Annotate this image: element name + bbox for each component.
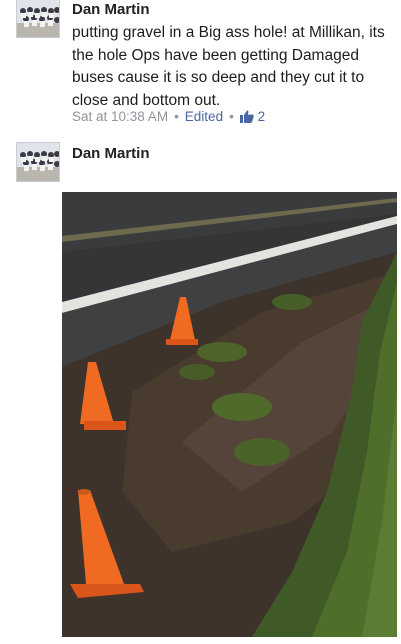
edited-link[interactable]: Edited (185, 109, 223, 124)
post-text: putting gravel in a Big ass hole! at Mil… (72, 24, 385, 109)
author-name[interactable]: Dan Martin (72, 145, 150, 162)
likes-count-label: 2 (257, 109, 266, 124)
author-name[interactable]: Dan Martin (72, 1, 150, 18)
likes-count[interactable]: 2 (239, 109, 266, 126)
avatar[interactable] (16, 0, 60, 38)
road-ditch-cones-image (62, 192, 397, 637)
thumbs-up-icon (239, 110, 254, 126)
timestamp[interactable]: Sat at 10:38 AM (72, 109, 168, 124)
separator-dot: • (229, 109, 234, 124)
post-meta: Sat at 10:38 AM • Edited • 2 (72, 109, 265, 126)
avatar[interactable] (16, 142, 60, 182)
post-photo[interactable] (62, 192, 397, 637)
separator-dot: • (174, 109, 179, 124)
